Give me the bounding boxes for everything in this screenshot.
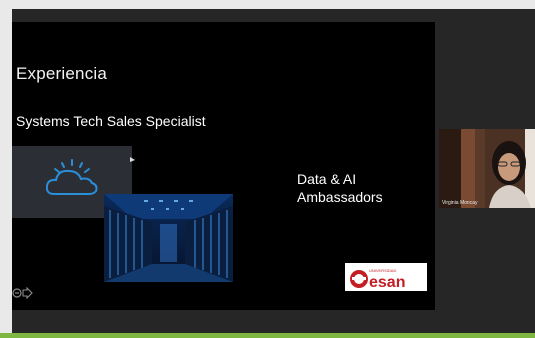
esan-logo: UNIVERSIDAD esan xyxy=(345,263,427,291)
window-top-border xyxy=(0,0,535,9)
slide-nav-icon[interactable] xyxy=(12,286,34,300)
svg-text:esan: esan xyxy=(369,274,405,291)
slide-nav-control[interactable] xyxy=(12,286,34,300)
slide-title: Experiencia xyxy=(16,64,108,83)
cloud-icon xyxy=(45,159,98,195)
ambassadors-text: Data & AI Ambassadors xyxy=(297,170,383,206)
bottom-status-bar xyxy=(0,333,535,338)
svg-text:UNIVERSIDAD: UNIVERSIDAD xyxy=(369,268,396,273)
slide-subtitle: Systems Tech Sales Specialist xyxy=(16,113,206,129)
participant-video-tile[interactable]: Virginia Moncay xyxy=(439,129,535,208)
participant-name: Virginia Moncay xyxy=(442,200,478,206)
ambassadors-line-2: Ambassadors xyxy=(297,189,383,205)
participant-video xyxy=(439,129,535,208)
window-left-border xyxy=(0,0,12,338)
slide-cursor-marker xyxy=(130,157,135,162)
ambassadors-line-1: Data & AI xyxy=(297,171,357,187)
shared-slide: Experiencia Systems Tech Sales Specialis… xyxy=(12,22,435,310)
datacenter-image xyxy=(104,194,233,282)
